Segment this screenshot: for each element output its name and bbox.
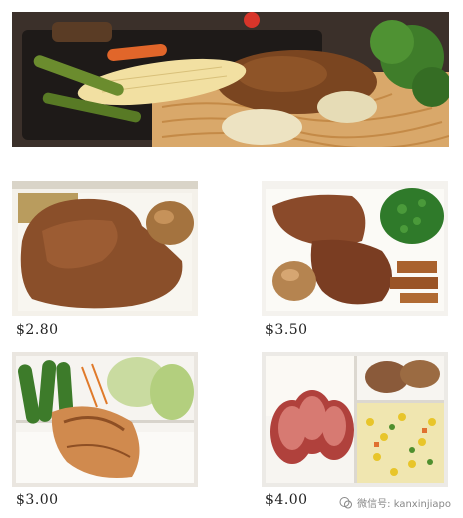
hero-food-photo [12,12,449,147]
watermark-text: 微信号: kanxinjiapo [357,499,451,510]
price-label-2: $3.50 [265,322,308,338]
food-photo-fish [12,352,198,487]
price-label-3: $3.00 [16,492,59,508]
food-photo-fried-chicken [262,181,448,316]
watermark: 微信号: kanxinjiapo [339,495,451,510]
food-photo-braised-pork [12,181,198,316]
wechat-icon [339,496,353,510]
price-label-1: $2.80 [16,322,59,338]
food-photo-char-siu [262,352,448,487]
price-label-4: $4.00 [265,492,308,508]
